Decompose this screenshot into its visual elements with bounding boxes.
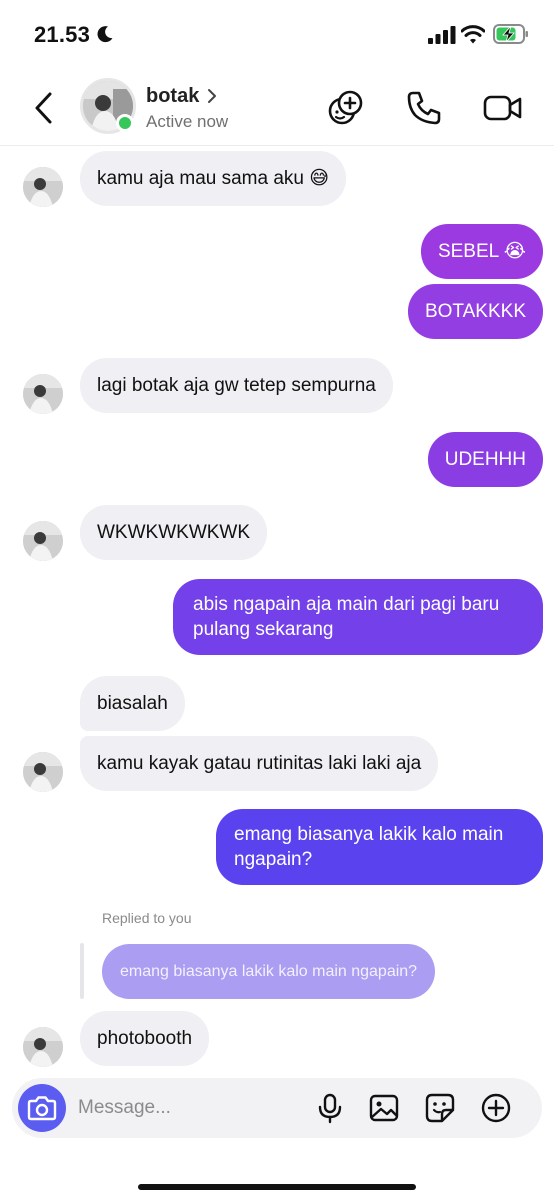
message-bubble-outgoing[interactable]: BOTAKKKK xyxy=(407,284,543,339)
video-camera-icon[interactable] xyxy=(482,88,524,128)
online-indicator xyxy=(116,114,134,132)
avatar-photo xyxy=(23,752,63,792)
message-bubble-outgoing[interactable]: abis ngapain aja main dari pagi baru pul… xyxy=(173,579,543,655)
contact-name[interactable]: botak xyxy=(146,85,199,108)
plus-circle-icon[interactable] xyxy=(480,1092,512,1124)
reply-quote-bubble[interactable]: emang biasanya lakik kalo main ngapain? xyxy=(102,944,436,999)
message-bubble-incoming[interactable]: kamu aja mau sama aku 😅 xyxy=(80,151,347,206)
sticker-icon[interactable] xyxy=(424,1092,456,1124)
message-input[interactable] xyxy=(78,1088,298,1128)
message-bubble-outgoing[interactable]: emang biasanya lakik kalo main ngapain? xyxy=(216,809,543,885)
sender-avatar[interactable] xyxy=(23,167,63,207)
camera-button[interactable] xyxy=(18,1084,66,1132)
phone-icon[interactable] xyxy=(404,88,444,128)
microphone-icon[interactable] xyxy=(314,1092,346,1124)
sender-avatar[interactable] xyxy=(23,521,63,561)
message-composer xyxy=(12,1078,542,1138)
chat-header: botak Active now xyxy=(0,72,554,146)
sender-avatar[interactable] xyxy=(23,374,63,414)
signal-icon xyxy=(428,26,456,44)
sender-avatar[interactable] xyxy=(23,1027,63,1067)
message-bubble-incoming[interactable]: biasalah xyxy=(80,676,185,731)
status-bar: 21.53 xyxy=(0,0,554,72)
replied-label: Replied to you xyxy=(102,910,192,926)
message-bubble-incoming[interactable]: photobooth xyxy=(80,1011,210,1066)
avatar-photo xyxy=(23,1027,63,1067)
back-chevron-icon[interactable] xyxy=(30,90,58,126)
camera-icon xyxy=(27,1096,57,1121)
avatar-photo xyxy=(23,374,63,414)
reply-indicator-line xyxy=(80,943,84,999)
message-bubble-outgoing[interactable]: UDEHHH xyxy=(427,432,543,487)
avatar-photo xyxy=(23,167,63,207)
active-status: Active now xyxy=(146,112,229,131)
image-icon[interactable] xyxy=(368,1092,400,1124)
avatar-photo xyxy=(23,521,63,561)
home-indicator[interactable] xyxy=(138,1184,416,1190)
battery-charging-icon xyxy=(493,24,528,44)
status-time: 21.53 xyxy=(34,22,91,47)
message-bubble-incoming[interactable]: WKWKWKWKWK xyxy=(80,505,268,560)
moon-icon xyxy=(97,26,113,43)
message-bubble-incoming[interactable]: kamu kayak gatau rutinitas laki laki aja xyxy=(80,736,439,791)
wifi-icon xyxy=(461,25,485,44)
sticker-faces-icon[interactable] xyxy=(326,88,366,128)
message-bubble-incoming[interactable]: lagi botak aja gw tetep sempurna xyxy=(80,358,393,413)
message-bubble-outgoing[interactable]: SEBEL 😭 xyxy=(420,224,543,279)
chevron-right-icon[interactable] xyxy=(206,87,218,105)
sender-avatar[interactable] xyxy=(23,752,63,792)
